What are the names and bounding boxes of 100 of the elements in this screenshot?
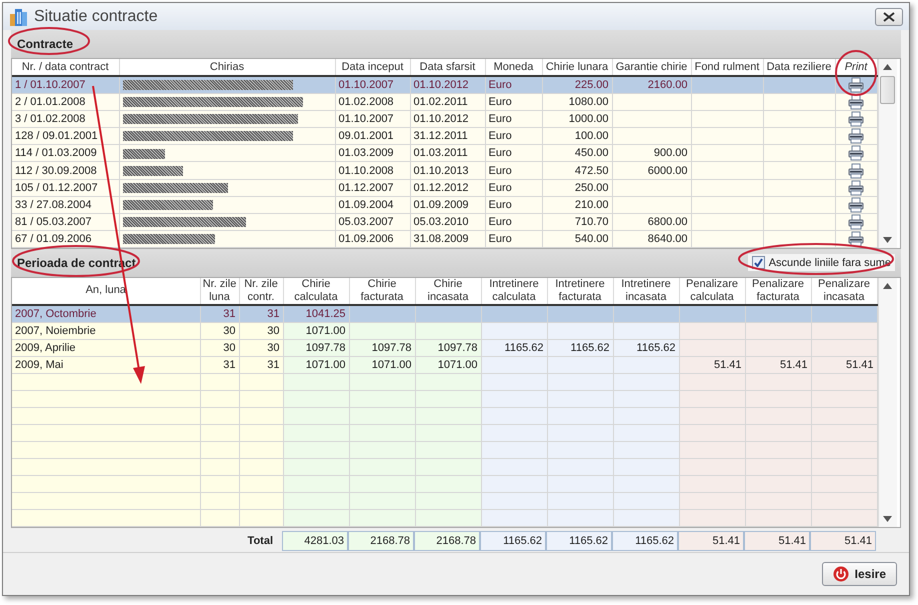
redaction-bar <box>122 148 164 159</box>
table-cell: 3 / 01.02.2008 <box>12 110 119 128</box>
table-cell: 01.12.2007 <box>335 179 410 196</box>
table-row[interactable]: 105 / 01.12.2007 01.12.2007 01.12.2012 Euro 250.00 <box>12 179 877 196</box>
table-cell: 01.02.2011 <box>410 94 485 111</box>
table-cell: 1071.00 <box>415 356 481 374</box>
column-header[interactable]: An, luna <box>12 278 200 305</box>
table-row[interactable]: 67 / 01.09.2006 01.09.2006 31.08.2009 Euro 540.00 8640.00 <box>12 230 877 248</box>
scroll-down-icon <box>883 236 892 243</box>
table-cell: Euro <box>485 196 542 214</box>
table-cell: 30 <box>200 322 239 340</box>
column-header[interactable]: Chirie calculata <box>283 278 349 305</box>
column-header[interactable]: Intretinere facturata <box>547 278 613 305</box>
table-row[interactable]: 2007, Noiembrie 30 30 1071.00 <box>12 322 877 340</box>
exit-button[interactable]: Iesire <box>822 562 897 586</box>
column-header[interactable]: Moneda <box>485 59 542 76</box>
column-header[interactable]: Intretinere incasata <box>613 278 679 305</box>
column-header[interactable]: Data sfarsit <box>410 59 485 76</box>
column-header[interactable]: Data reziliere <box>763 59 835 76</box>
scrollbar[interactable] <box>878 59 896 248</box>
table-row[interactable]: 2007, Octombrie 31 31 1041.25 <box>12 304 877 322</box>
table-cell: 1071.00 <box>349 356 415 374</box>
printer-icon[interactable] <box>848 94 864 110</box>
table-cell: 51.41 <box>745 356 811 374</box>
table-cell: 6000.00 <box>612 162 691 180</box>
close-button[interactable] <box>875 8 903 26</box>
printer-icon[interactable] <box>848 230 864 246</box>
column-header[interactable]: Intretinere calculata <box>481 278 547 305</box>
scroll-up-icon <box>883 64 892 70</box>
table-cell: 100.00 <box>542 128 612 145</box>
printer-icon[interactable] <box>848 128 864 144</box>
column-header[interactable]: Chirie facturata <box>349 278 415 305</box>
table-cell: 01.10.2007 <box>335 76 410 94</box>
table-row[interactable]: 128 / 09.01.2001 09.01.2001 31.12.2011 Euro 100.00 <box>12 128 877 145</box>
table-row[interactable]: 2 / 01.01.2008 01.02.2008 01.02.2011 Euro 1080.00 <box>12 94 877 111</box>
column-header[interactable]: Chirie incasata <box>415 278 481 305</box>
table-cell: 8640.00 <box>612 230 691 248</box>
table-cell: Euro <box>485 144 542 162</box>
printer-icon[interactable] <box>848 111 864 127</box>
column-header[interactable]: Nr. zile contr. <box>239 278 283 305</box>
total-label: Total <box>248 534 274 547</box>
table-row[interactable]: 1 / 01.10.2007 01.10.2007 01.10.2012 Euro 225.00 2160.00 <box>12 76 877 94</box>
table-cell: 01.09.2006 <box>335 230 410 248</box>
table-cell: Euro <box>485 110 542 128</box>
column-header[interactable]: Data inceput <box>335 59 410 76</box>
printer-icon[interactable] <box>848 145 864 161</box>
table-cell: Euro <box>485 128 542 145</box>
column-header[interactable]: Nr. / data contract <box>12 59 119 76</box>
table-cell: 31 <box>239 356 283 374</box>
table-cell: 01.10.2012 <box>410 76 485 94</box>
table-row[interactable]: 2009, Aprilie 30 30 1097.78 1097.78 1097.78 1165.62 1165.62 1165.62 <box>12 339 877 356</box>
annotation-ellipse <box>835 50 877 96</box>
table-cell: 105 / 01.12.2007 <box>12 179 119 196</box>
table-row[interactable]: 33 / 27.08.2004 01.09.2004 01.09.2009 Euro 210.00 <box>12 196 877 214</box>
window-title: Situatie contracte <box>34 8 159 26</box>
table-row[interactable]: 2009, Mai 31 31 1071.00 1071.00 1071.00 51.41 51.41 51.41 <box>12 356 877 374</box>
table-cell: 1071.00 <box>283 322 349 340</box>
printer-icon[interactable] <box>848 180 864 196</box>
column-header[interactable]: Chirie lunara <box>542 59 612 76</box>
table-cell: 01.10.2008 <box>335 162 410 180</box>
table-cell: 01.10.2012 <box>410 110 485 128</box>
total-cell: 51.41 <box>678 530 744 551</box>
table-cell: 472.50 <box>542 162 612 180</box>
column-header[interactable]: Garantie chirie <box>612 59 691 76</box>
printer-icon[interactable] <box>848 214 864 230</box>
table-cell: 05.03.2007 <box>335 213 410 230</box>
table-cell: 01.10.2007 <box>335 110 410 128</box>
redaction-bar <box>122 166 182 176</box>
table-cell: 01.03.2009 <box>335 144 410 162</box>
column-header[interactable]: Chirias <box>119 59 335 76</box>
printer-icon[interactable] <box>848 196 864 212</box>
table-cell: 1165.62 <box>481 339 547 356</box>
scrollbar[interactable] <box>878 278 896 527</box>
total-cell: 1165.62 <box>612 530 678 551</box>
checkmark-icon <box>754 258 763 268</box>
table-cell: 1165.62 <box>613 339 679 356</box>
table-cell: 114 / 01.03.2009 <box>12 144 119 162</box>
table-cell: 01.02.2008 <box>335 94 410 111</box>
table-cell: 09.01.2001 <box>335 128 410 145</box>
table-row[interactable]: 81 / 05.03.2007 05.03.2007 05.03.2010 Euro 710.70 6800.00 <box>12 213 877 230</box>
table-cell: 1071.00 <box>283 356 349 374</box>
building-icon <box>9 6 29 26</box>
column-header[interactable]: Penalizare calculata <box>679 278 745 305</box>
table-row[interactable]: 114 / 01.03.2009 01.03.2009 01.03.2011 Euro 450.00 900.00 <box>12 144 877 162</box>
column-header[interactable]: Nr. zile luna <box>200 278 239 305</box>
column-header[interactable]: Penalizare incasata <box>811 278 877 305</box>
total-cell: 51.41 <box>744 530 810 551</box>
table-row[interactable]: 112 / 30.09.2008 01.10.2008 01.10.2013 Euro 472.50 6000.00 <box>12 162 877 180</box>
column-header[interactable]: Penalizare facturata <box>745 278 811 305</box>
column-header[interactable]: Fond rulment <box>691 59 763 76</box>
table-cell: Euro <box>485 230 542 248</box>
printer-icon[interactable] <box>848 162 864 178</box>
table-cell: 81 / 05.03.2007 <box>12 213 119 230</box>
table-row[interactable]: 3 / 01.02.2008 01.10.2007 01.10.2012 Euro 1000.00 <box>12 110 877 128</box>
table-cell: 250.00 <box>542 179 612 196</box>
scroll-thumb[interactable] <box>880 76 895 104</box>
total-cell: 1165.62 <box>480 530 546 551</box>
printer-icon[interactable] <box>848 77 864 93</box>
table-cell: 33 / 27.08.2004 <box>12 196 119 214</box>
table-cell: 01.09.2004 <box>335 196 410 214</box>
